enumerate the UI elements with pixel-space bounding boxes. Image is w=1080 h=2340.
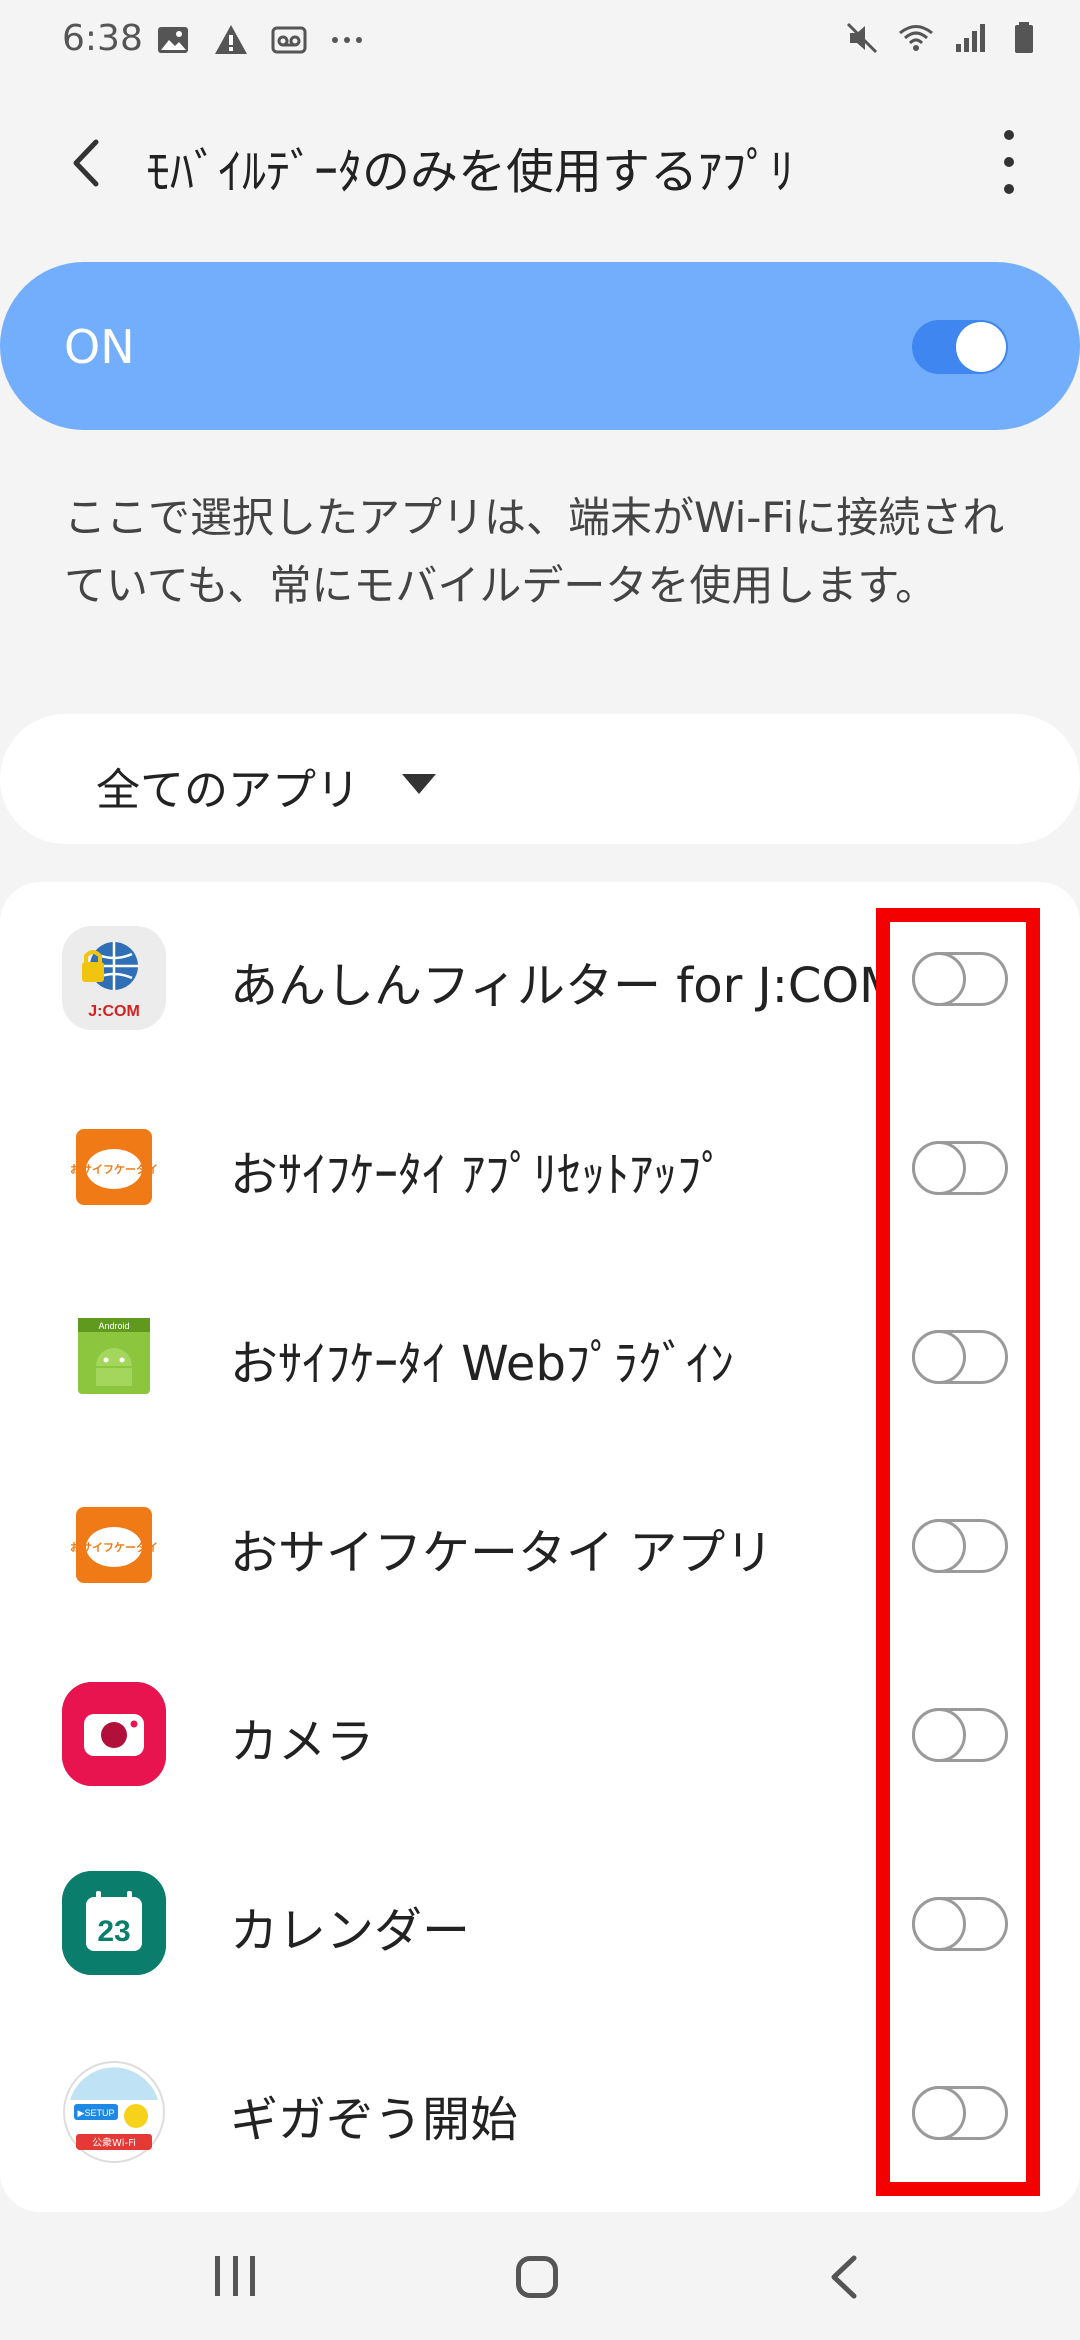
app-name: おｻｲﾌｹｰﾀｲ Webﾌﾟﾗｸﾞｲﾝ (230, 1336, 734, 1392)
osaifu-keitai-icon: おサイフケータイ (62, 1493, 166, 1597)
recents-bar (215, 2256, 220, 2296)
image-icon (158, 27, 188, 53)
warning-icon (215, 25, 247, 54)
camera-icon (62, 1682, 166, 1786)
recents-bar (232, 2256, 238, 2296)
app-filter-dropdown[interactable]: 全てのアプリ (0, 714, 1080, 844)
app-name: カレンダー (230, 1903, 471, 1959)
toggle-knob (956, 322, 1006, 372)
android-icon-text: Android (98, 1321, 129, 1331)
calendar-icon: 23 (62, 1871, 166, 1975)
osaifu-keitai-icon: おサイフケータイ (62, 1115, 166, 1219)
recents-bar (250, 2256, 255, 2296)
master-switch-label: ON (64, 320, 135, 374)
chevron-left-icon (73, 139, 99, 187)
navigation-bar (0, 2220, 1080, 2340)
calendar-day-text: 23 (97, 1915, 130, 1948)
page-title: ﾓﾊﾞｲﾙﾃﾞｰﾀのみを使用するｱﾌﾟﾘ (146, 144, 795, 200)
app-name: あんしんフィルター for J:COM (230, 958, 890, 1014)
osaifu-icon-text: おサイフケータイ (70, 1163, 158, 1176)
jcom-filter-icon: J:COM (62, 926, 166, 1030)
description-text: ここで選択したアプリは、端末がWi-Fiに接続されていても、常にモバイルデータを… (64, 493, 1005, 610)
status-bar: 6:38 (0, 0, 1080, 80)
nav-back-button[interactable] (824, 2252, 864, 2302)
filter-label: 全てのアプリ (96, 765, 360, 816)
gigazou-setup-text: ▶SETUP (78, 2108, 115, 2118)
app-name: おサイフケータイ アプリ (230, 1525, 774, 1581)
status-right-icons (844, 20, 1042, 56)
gigazou-wifi-text: 公衆Wi-Fi (92, 2136, 136, 2149)
osaifu-icon-text: おサイフケータイ (70, 1541, 158, 1554)
jcom-icon-text: J:COM (88, 1003, 140, 1020)
master-toggle[interactable] (912, 320, 1008, 374)
wifi-icon (899, 25, 933, 51)
back-button[interactable] (56, 128, 116, 198)
status-left-icons (155, 22, 365, 58)
recents-button[interactable] (215, 2256, 255, 2296)
battery-icon (1015, 22, 1033, 53)
more-dots-icon (332, 37, 362, 43)
app-name: ギガぞう開始 (230, 2092, 519, 2148)
app-name: カメラ (230, 1714, 375, 1770)
more-options-button[interactable] (994, 130, 1024, 194)
status-time: 6:38 (62, 18, 143, 59)
app-name: おｻｲﾌｹｰﾀｲ ｱﾌﾟﾘｾｯﾄｱｯﾌﾟ (230, 1147, 726, 1203)
more-dot (1004, 157, 1014, 167)
highlight-frame (876, 908, 1040, 2196)
master-switch-bar[interactable]: ON (0, 262, 1080, 430)
signal-icon (956, 24, 985, 52)
android-plugin-icon: Android (62, 1304, 166, 1408)
mute-icon (846, 22, 878, 54)
more-dot (1004, 130, 1014, 140)
app-bar: ﾓﾊﾞｲﾙﾃﾞｰﾀのみを使用するｱﾌﾟﾘ (0, 110, 1080, 210)
gigazou-icon: ▶SETUP 公衆Wi-Fi (62, 2060, 166, 2164)
home-button[interactable] (516, 2256, 558, 2298)
more-dot (1004, 184, 1014, 194)
voicemail-icon (271, 26, 307, 54)
caret-down-icon (402, 774, 436, 794)
